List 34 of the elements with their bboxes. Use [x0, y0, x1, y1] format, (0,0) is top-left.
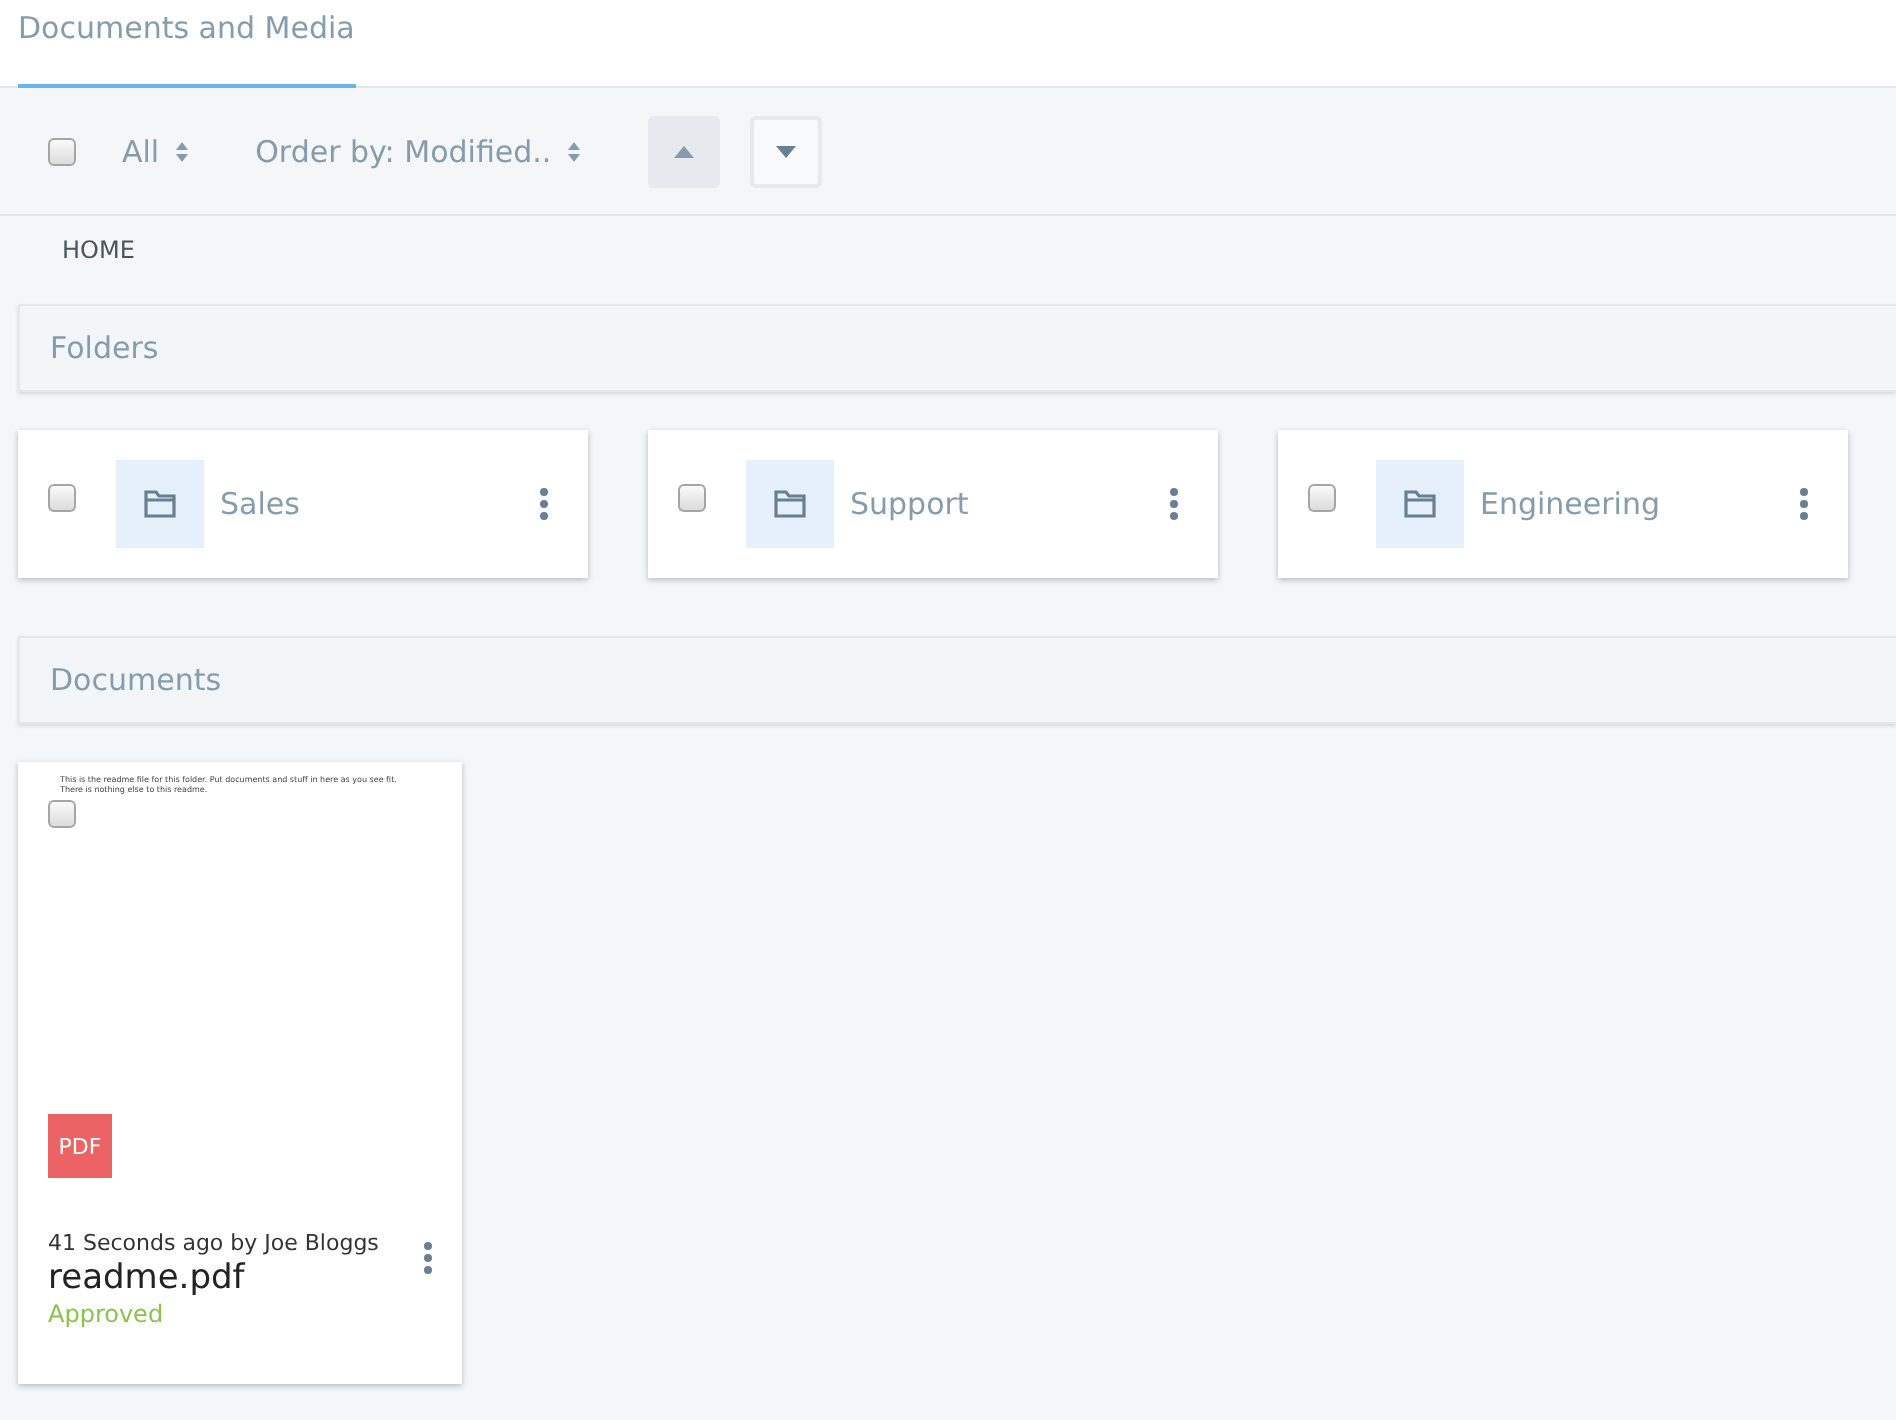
folder-card[interactable]: Sales — [18, 430, 588, 578]
folder-name[interactable]: Engineering — [1480, 486, 1800, 522]
more-options-icon[interactable] — [424, 1242, 432, 1274]
caret-down-icon — [775, 145, 796, 157]
folder-name[interactable]: Support — [850, 486, 1170, 522]
breadcrumb-link[interactable]: HOME — [62, 236, 135, 304]
folder-icon — [116, 460, 204, 548]
filter-dropdown[interactable]: All — [122, 133, 188, 169]
checkbox[interactable] — [48, 484, 76, 512]
document-name[interactable]: readme.pdf — [48, 1258, 424, 1298]
folder-icon — [1376, 460, 1464, 548]
more-options-icon[interactable] — [540, 488, 548, 520]
document-status: Approved — [48, 1300, 166, 1328]
select-all-checkbox[interactable] — [48, 137, 76, 165]
caret-up-icon — [673, 145, 694, 157]
file-type-badge: PDF — [48, 1114, 112, 1178]
order-dropdown[interactable]: Order by: Modified.. — [255, 133, 580, 169]
checkbox[interactable] — [48, 800, 76, 828]
document-meta: 41 Seconds ago by Joe Bloggs — [48, 1230, 381, 1256]
section-title: Documents — [50, 662, 222, 698]
folder-icon — [746, 460, 834, 548]
sort-arrows-icon — [567, 141, 580, 161]
sort-button[interactable] — [749, 115, 822, 187]
sort-button[interactable] — [647, 115, 720, 187]
section-title: Folders — [50, 330, 159, 366]
sort-arrows-icon — [175, 141, 188, 161]
folder-name[interactable]: Sales — [220, 486, 540, 522]
more-options-icon[interactable] — [1800, 488, 1808, 520]
more-options-icon[interactable] — [1170, 488, 1178, 520]
folder-card[interactable]: Engineering — [1278, 430, 1848, 578]
tab[interactable]: Documents and Media — [18, 0, 356, 88]
checkbox[interactable] — [678, 484, 706, 512]
checkbox[interactable] — [1308, 484, 1336, 512]
folder-card[interactable]: Support — [648, 430, 1218, 578]
